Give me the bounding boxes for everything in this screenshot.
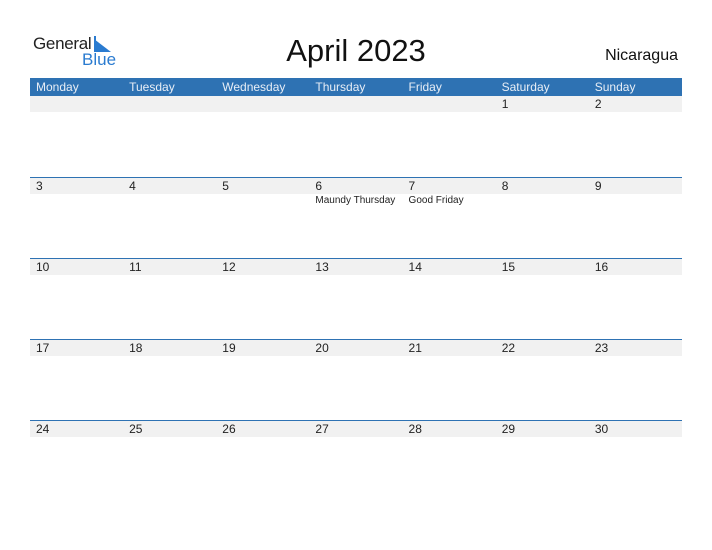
day-cell: 15 <box>496 259 589 340</box>
holiday-label: Maundy Thursday <box>315 195 396 206</box>
day-cell: 7 Good Friday <box>403 178 496 259</box>
day-number: 12 <box>222 260 236 274</box>
day-number <box>36 96 123 112</box>
week-row: 3 4 5 6 Maundy Thursday 7 Good Friday 8 9 <box>30 177 682 259</box>
country-label: Nicaragua <box>605 47 678 64</box>
day-cell: 18 <box>123 340 216 421</box>
week-row: 10 11 12 13 14 15 16 <box>30 258 682 340</box>
day-cell: 2 <box>589 96 682 177</box>
weekday-friday: Friday <box>408 80 442 94</box>
day-cell: 27 <box>309 421 402 502</box>
day-cell <box>309 96 402 177</box>
day-cell: 19 <box>216 340 309 421</box>
day-number: 9 <box>594 179 602 193</box>
day-cell: 26 <box>216 421 309 502</box>
week-row: 17 18 19 20 21 22 23 <box>30 339 682 421</box>
day-cell: 23 <box>589 340 682 421</box>
day-cell: 13 <box>309 259 402 340</box>
day-number: 19 <box>222 341 236 355</box>
day-number: 1 <box>501 97 509 111</box>
weekday-monday: Monday <box>36 80 79 94</box>
day-number: 20 <box>315 341 329 355</box>
day-cell: 30 <box>589 421 682 502</box>
day-cell <box>123 96 216 177</box>
day-number: 6 <box>315 179 323 193</box>
day-number: 3 <box>36 179 43 193</box>
day-cell: 3 <box>30 178 123 259</box>
day-cell <box>403 96 496 177</box>
day-cell: 12 <box>216 259 309 340</box>
day-number: 2 <box>594 97 602 111</box>
day-number: 21 <box>408 341 422 355</box>
day-cell: 8 <box>496 178 589 259</box>
weekday-wednesday: Wednesday <box>222 80 286 94</box>
day-number: 8 <box>501 179 509 193</box>
day-cell: 9 <box>589 178 682 259</box>
day-number: 24 <box>36 422 50 436</box>
day-number <box>222 96 309 112</box>
day-number: 17 <box>36 341 50 355</box>
weekday-tuesday: Tuesday <box>129 80 175 94</box>
day-number: 16 <box>594 260 609 274</box>
day-number: 27 <box>315 422 329 436</box>
day-cell <box>30 96 123 177</box>
day-number <box>315 96 402 112</box>
day-number: 11 <box>129 260 142 274</box>
day-number: 15 <box>501 260 516 274</box>
day-number: 30 <box>594 422 609 436</box>
day-cell: 20 <box>309 340 402 421</box>
weekday-sunday: Sunday <box>594 80 636 94</box>
day-number: 22 <box>501 341 516 355</box>
day-cell: 11 <box>123 259 216 340</box>
day-cell: 29 <box>496 421 589 502</box>
day-number: 13 <box>315 260 329 274</box>
day-number: 7 <box>408 179 416 193</box>
day-number <box>129 96 216 112</box>
day-number: 23 <box>594 341 609 355</box>
day-cell: 6 Maundy Thursday <box>309 178 402 259</box>
day-cell: 21 <box>403 340 496 421</box>
week-row: 24 25 26 27 28 29 30 <box>30 420 682 502</box>
week-row: 12 <box>30 96 682 177</box>
weekday-thursday: Thursday <box>315 80 366 94</box>
calendar-grid: Monday Tuesday Wednesday Thursday Friday… <box>30 78 682 437</box>
day-number: 29 <box>501 422 516 436</box>
day-cell: 10 <box>30 259 123 340</box>
day-number <box>409 96 496 112</box>
day-number: 10 <box>36 260 50 274</box>
day-number: 26 <box>222 422 236 436</box>
day-number: 18 <box>129 341 143 355</box>
weekday-saturday: Saturday <box>501 80 550 94</box>
day-number: 25 <box>129 422 143 436</box>
day-number: 14 <box>408 260 422 274</box>
day-cell: 17 <box>30 340 123 421</box>
day-number: 28 <box>408 422 422 436</box>
day-number: 4 <box>129 179 136 193</box>
day-cell: 5 <box>216 178 309 259</box>
weekday-header: Monday Tuesday Wednesday Thursday Friday… <box>30 78 682 96</box>
day-cell: 28 <box>403 421 496 502</box>
day-number: 5 <box>222 179 229 193</box>
day-cell: 22 <box>496 340 589 421</box>
holiday-label: Good Friday <box>408 195 464 206</box>
day-cell <box>216 96 309 177</box>
day-cell: 14 <box>403 259 496 340</box>
day-cell: 16 <box>589 259 682 340</box>
day-cell: 4 <box>123 178 216 259</box>
day-cell: 1 <box>496 96 589 177</box>
day-cell: 25 <box>123 421 216 502</box>
day-cell: 24 <box>30 421 123 502</box>
